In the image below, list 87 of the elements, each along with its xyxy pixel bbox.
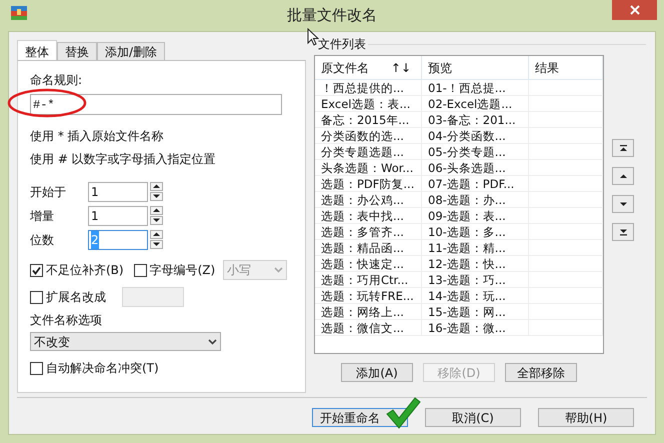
checkbox-label: 字母编号(Z) — [150, 262, 216, 279]
table-cell: 选题：网络上... — [315, 304, 422, 320]
dialog-button[interactable]: 取消(C) — [425, 408, 521, 427]
move-up-icon — [152, 207, 161, 214]
list-button[interactable]: 添加(A) — [341, 363, 413, 382]
table-cell: 01-！西总提... — [422, 80, 529, 96]
move-button[interactable] — [612, 167, 634, 185]
hint-text: 使用 * 插入原始文件名称 — [30, 128, 165, 145]
table-cell: 分类函数的选... — [315, 128, 422, 144]
column-header[interactable]: 原文件名 ↑↓ — [315, 56, 422, 80]
table-cell: 头条选题：Wor... — [315, 160, 422, 176]
group-title: 文件列表 — [318, 36, 366, 53]
table-cell: 15-选题：网... — [422, 304, 529, 320]
move-down-icon — [152, 241, 161, 248]
checkbox-label: 不足位补齐(B) — [46, 262, 124, 279]
number-input[interactable]: 1 — [88, 182, 148, 202]
table-cell: 选题：精品函... — [315, 240, 422, 256]
spin-button[interactable] — [150, 206, 163, 226]
tab[interactable]: 添加/删除 — [97, 42, 166, 60]
field-label: 增量 — [30, 208, 55, 225]
field-label: 开始于 — [30, 184, 67, 201]
table-cell: 10-选题：多... — [422, 224, 529, 240]
list-button[interactable]: 全部移除 — [505, 363, 577, 382]
spin-button[interactable] — [150, 182, 163, 202]
move-button[interactable] — [612, 195, 634, 213]
table-cell: 08-选题：办... — [422, 192, 529, 208]
move-down-icon — [152, 217, 161, 224]
table-cell: 选题：表中找... — [315, 208, 422, 224]
cursor-icon — [307, 28, 319, 46]
archive-icon — [11, 6, 27, 20]
table-cell: 02-Excel选题... — [422, 96, 529, 112]
window-title: 批量文件改名 — [287, 5, 377, 26]
table-cell: 06-头条选题... — [422, 160, 529, 176]
checkbox-label: 自动解决命名冲突(T) — [46, 360, 159, 377]
caret-icon — [208, 338, 217, 344]
sort-arrows[interactable]: ↑↓ — [390, 59, 411, 77]
table-cell: 选题：微信文... — [315, 320, 422, 336]
close-button[interactable] — [612, 0, 657, 20]
table-cell: 11-选题：精... — [422, 240, 529, 256]
number-input[interactable]: 1 — [88, 206, 148, 226]
table-cell: 选题：PDF防复... — [315, 176, 422, 192]
table-cell: 14-选题：玩... — [422, 288, 529, 304]
table-cell: 03-备忘：201... — [422, 112, 529, 128]
table-cell: 选题：办公鸡... — [315, 192, 422, 208]
checkbox[interactable] — [134, 264, 147, 276]
rule-input[interactable]: #-* — [30, 94, 282, 115]
dialog-button[interactable]: 帮助(H) — [538, 408, 634, 427]
checkmark-icon — [32, 266, 41, 274]
move-button[interactable] — [612, 139, 634, 157]
table-cell: 备忘：2015年... — [315, 112, 422, 128]
field-label: 文件名称选项 — [30, 312, 103, 329]
table-cell: Excel选题：表... — [315, 96, 422, 112]
move-button[interactable] — [612, 223, 634, 241]
move-down-icon — [152, 193, 161, 200]
field-label: 位数 — [30, 232, 55, 249]
table-cell: ！西总提供的... — [315, 80, 422, 96]
table-cell: 09-选题：表... — [422, 208, 529, 224]
hint-text: 使用 # 以数字或字母插入指定位置 — [30, 151, 217, 168]
table-cell: 选题：玩转FRE... — [315, 288, 422, 304]
table-cell: 分类专题选题... — [315, 144, 422, 160]
caret-icon — [274, 267, 284, 273]
column-header[interactable]: 结果 — [529, 56, 603, 80]
checkbox[interactable] — [30, 264, 43, 276]
move-top-icon — [618, 144, 628, 152]
close-icon — [630, 5, 640, 15]
move-up-icon — [618, 172, 628, 180]
table-cell: 13-选题：巧... — [422, 272, 529, 288]
table-cell: 05-分类专题... — [422, 144, 529, 160]
field-label: 命名规则: — [30, 72, 84, 89]
table-cell: 16-选题：微... — [422, 320, 529, 336]
table-cell: 选题：快速定... — [315, 256, 422, 272]
tab[interactable]: 替换 — [57, 42, 97, 60]
checkbox[interactable] — [30, 362, 43, 374]
move-up-icon — [152, 183, 161, 190]
checkbox-label: 扩展名改成 — [46, 289, 106, 306]
table-cell: 选题：多管齐... — [315, 224, 422, 240]
table-cell: 04-分类函数... — [422, 128, 529, 144]
table-cell: 12-选题：快... — [422, 256, 529, 272]
move-down-icon — [618, 200, 628, 208]
column-header[interactable]: 预览 — [422, 56, 529, 80]
move-up-icon — [152, 231, 161, 238]
table-cell: 选题：巧用Ctr... — [315, 272, 422, 288]
tab[interactable]: 整体 — [17, 40, 57, 60]
table-cell: 07-选题：PDF... — [422, 176, 529, 192]
move-bottom-icon — [618, 228, 628, 236]
spin-button[interactable] — [150, 230, 163, 250]
name-option-dropdown[interactable]: 不改变 — [30, 332, 221, 351]
